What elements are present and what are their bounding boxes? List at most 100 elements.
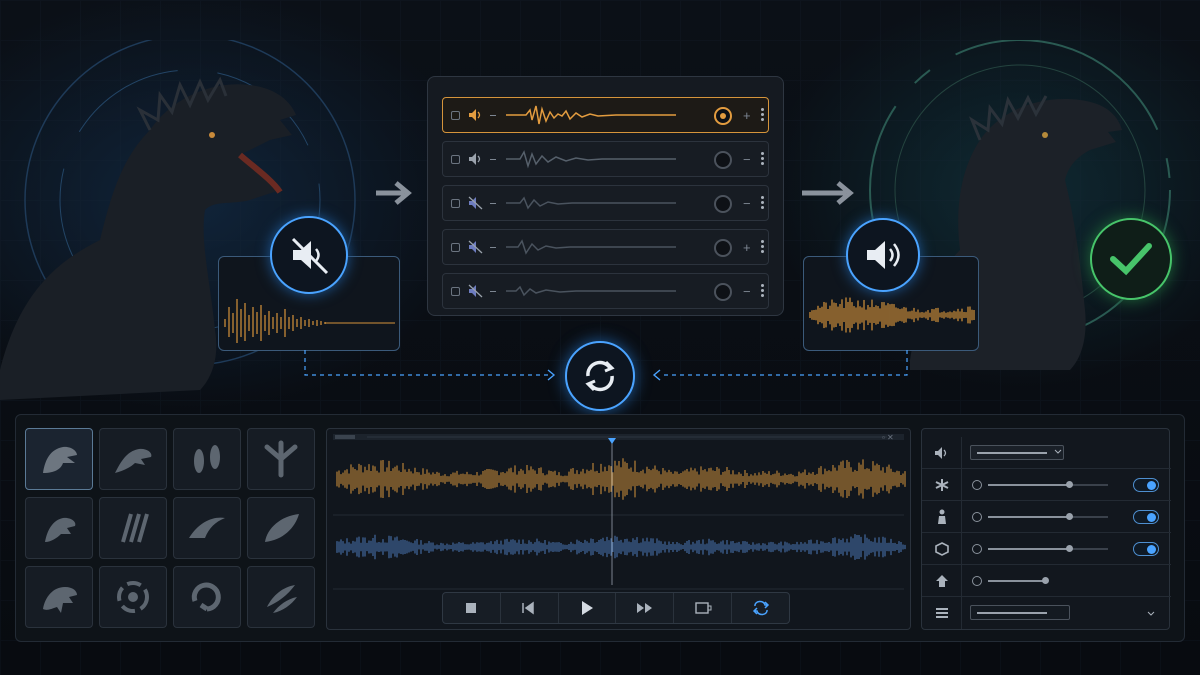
track-waveform[interactable] xyxy=(506,188,676,218)
toggle-switch[interactable] xyxy=(1133,510,1159,524)
crosshair-icon xyxy=(972,544,982,554)
track-row[interactable]: − xyxy=(442,185,769,221)
output-dropdown[interactable] xyxy=(970,445,1064,460)
wing-swoosh-icon xyxy=(189,517,225,538)
track-checkbox[interactable] xyxy=(451,242,460,252)
track-remove-icon[interactable]: − xyxy=(743,196,751,211)
library-tile[interactable] xyxy=(25,566,93,628)
library-tile[interactable] xyxy=(173,497,241,559)
crosshair-icon xyxy=(972,512,982,522)
speaker-muted-icon[interactable] xyxy=(468,284,484,298)
rewind-button[interactable] xyxy=(501,593,559,623)
track-checkbox[interactable] xyxy=(451,198,460,208)
feather-pair-icon xyxy=(267,585,297,613)
claw-marks-icon xyxy=(121,513,149,543)
track-add-icon[interactable]: + xyxy=(743,240,751,255)
list-icon xyxy=(935,608,948,618)
speaker-on-icon xyxy=(934,447,946,459)
play-icon xyxy=(582,601,594,615)
stop-icon xyxy=(466,603,477,613)
track-more-icon[interactable] xyxy=(761,194,765,211)
library-tile[interactable] xyxy=(25,428,93,490)
dino-skull-icon xyxy=(43,587,77,613)
arrow-right-icon xyxy=(376,181,412,205)
leaf-tail-icon xyxy=(265,514,299,542)
clip-button[interactable] xyxy=(674,593,733,623)
svg-text:▫ ✕: ▫ ✕ xyxy=(882,433,894,442)
library-tile[interactable] xyxy=(173,566,241,628)
chevron-down-icon xyxy=(1054,449,1062,454)
library-tile[interactable] xyxy=(25,497,93,559)
preset-dropdown[interactable] xyxy=(970,605,1070,620)
track-volume-knob[interactable] xyxy=(714,107,732,125)
loop-button[interactable] xyxy=(732,593,789,623)
muted-status-badge xyxy=(270,216,348,294)
slider-fill[interactable] xyxy=(988,577,1049,584)
sound-wave-circle-icon xyxy=(117,581,149,613)
unmuted-status-badge xyxy=(846,218,920,292)
dino-head-small-icon xyxy=(45,517,76,542)
property-row xyxy=(922,437,1171,469)
slider-fill[interactable] xyxy=(988,481,1073,488)
crosshair-icon xyxy=(972,480,982,490)
property-row xyxy=(922,501,1171,533)
library-tile[interactable] xyxy=(173,428,241,490)
slider-fill[interactable] xyxy=(988,513,1073,520)
property-row xyxy=(922,565,1171,597)
speaker-on-icon[interactable] xyxy=(468,108,484,122)
library-tile[interactable] xyxy=(99,428,167,490)
transport-bar xyxy=(442,592,790,624)
sync-button[interactable] xyxy=(565,341,635,411)
footprints-icon xyxy=(194,445,220,473)
track-checkbox[interactable] xyxy=(451,110,460,120)
track-waveform[interactable] xyxy=(506,232,676,262)
toggle-switch[interactable] xyxy=(1133,478,1159,492)
track-remove-icon[interactable]: − xyxy=(743,284,751,299)
track-volume-knob[interactable] xyxy=(714,195,732,213)
track-waveform[interactable] xyxy=(506,144,676,174)
track-row[interactable]: + xyxy=(442,229,769,265)
fast-forward-button[interactable] xyxy=(616,593,675,623)
track-add-icon[interactable]: + xyxy=(743,108,751,123)
slider-fill[interactable] xyxy=(988,545,1073,552)
track-checkbox[interactable] xyxy=(451,286,460,296)
fast-forward-icon xyxy=(636,603,652,613)
track-waveform[interactable] xyxy=(506,276,676,306)
track-checkbox[interactable] xyxy=(451,154,460,164)
track-row[interactable]: − xyxy=(442,141,769,177)
property-row xyxy=(922,533,1171,565)
checkmark-icon xyxy=(1110,243,1152,276)
sync-icon xyxy=(585,360,615,392)
dino-head-side-icon xyxy=(115,448,152,473)
library-tile[interactable] xyxy=(247,566,315,628)
library-tile[interactable] xyxy=(99,497,167,559)
track-volume-knob[interactable] xyxy=(714,151,732,169)
track-divider xyxy=(490,246,496,248)
library-tile[interactable] xyxy=(247,428,315,490)
library-tile[interactable] xyxy=(99,566,167,628)
stop-button[interactable] xyxy=(443,593,501,623)
track-remove-icon[interactable]: − xyxy=(743,152,751,167)
track-row[interactable]: + xyxy=(442,97,769,133)
track-divider xyxy=(490,158,496,160)
track-waveform[interactable] xyxy=(506,100,676,130)
properties-panel xyxy=(921,428,1171,630)
clip-icon xyxy=(695,602,712,614)
track-list-panel: + − − + − xyxy=(427,76,784,316)
track-more-icon[interactable] xyxy=(761,106,765,123)
chevron-down-icon[interactable] xyxy=(1147,611,1155,617)
speaker-muted-icon[interactable] xyxy=(468,240,484,254)
speaker-on-icon[interactable] xyxy=(468,152,484,166)
track-more-icon[interactable] xyxy=(761,282,765,299)
track-row[interactable]: − xyxy=(442,273,769,309)
swirl-icon xyxy=(191,582,221,612)
play-button[interactable] xyxy=(559,593,617,623)
track-more-icon[interactable] xyxy=(761,150,765,167)
crosshair-icon xyxy=(972,576,982,586)
toggle-switch[interactable] xyxy=(1133,542,1159,556)
library-tile[interactable] xyxy=(247,497,315,559)
track-volume-knob[interactable] xyxy=(714,283,732,301)
speaker-muted-icon[interactable] xyxy=(468,196,484,210)
track-more-icon[interactable] xyxy=(761,238,765,255)
track-volume-knob[interactable] xyxy=(714,239,732,257)
